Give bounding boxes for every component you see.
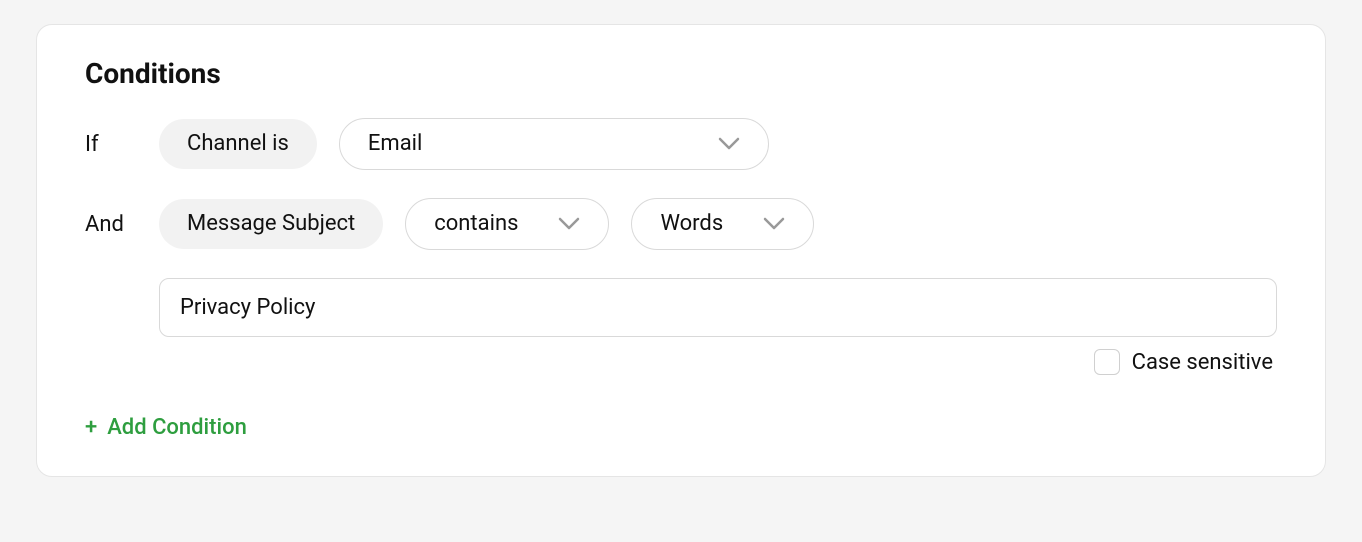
conditions-card: Conditions If Channel is Email And Messa…	[36, 24, 1326, 477]
field-label: Channel is	[187, 133, 289, 155]
case-sensitive-checkbox[interactable]	[1094, 349, 1120, 375]
case-sensitive-label[interactable]: Case sensitive	[1132, 350, 1273, 375]
chevron-down-icon	[763, 217, 785, 231]
field-label: Message Subject	[187, 213, 355, 235]
conjunction-label: If	[85, 132, 137, 157]
add-condition-label: Add Condition	[107, 415, 247, 440]
value-dropdown-channel[interactable]: Email	[339, 118, 769, 170]
case-sensitive-row: Case sensitive	[85, 349, 1277, 375]
condition-row: And Message Subject contains Words	[85, 198, 1277, 250]
dropdown-value: contains	[434, 213, 518, 235]
text-input-wrap	[159, 278, 1277, 337]
operator-dropdown[interactable]: contains	[405, 198, 609, 250]
condition-row: If Channel is Email	[85, 118, 1277, 170]
match-type-dropdown[interactable]: Words	[631, 198, 814, 250]
add-condition-button[interactable]: + Add Condition	[85, 415, 247, 440]
chevron-down-icon	[558, 217, 580, 231]
conditions-title: Conditions	[85, 57, 1277, 90]
field-pill-subject[interactable]: Message Subject	[159, 199, 383, 249]
subject-text-input[interactable]	[159, 278, 1277, 337]
chevron-down-icon	[718, 137, 740, 151]
dropdown-value: Email	[368, 133, 422, 155]
field-pill-channel[interactable]: Channel is	[159, 119, 317, 169]
dropdown-value: Words	[660, 213, 723, 235]
plus-icon: +	[85, 417, 97, 439]
conjunction-label: And	[85, 212, 137, 237]
